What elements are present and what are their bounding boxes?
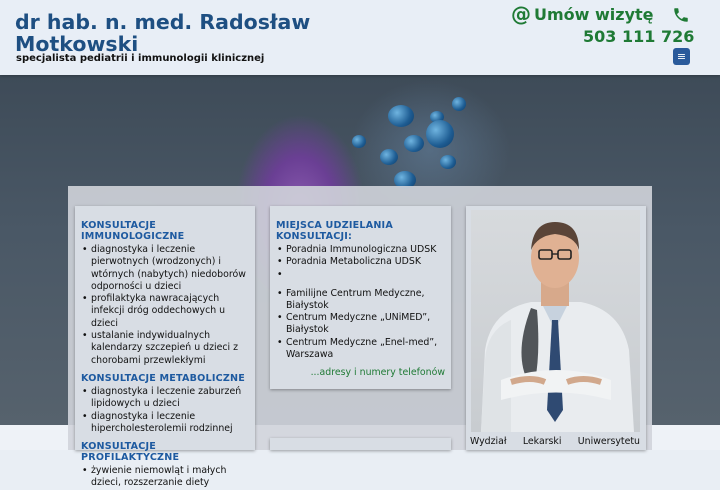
photo-caption: Wydział Lekarski Uniwersytetu [470,436,640,447]
list-item: diagnostyka i leczenie zaburzeń lipidowy… [82,386,249,411]
locations-list: Poradnia Immunologiczna UDSK Poradnia Me… [276,244,445,361]
hero-bubble [380,149,398,165]
metabolic-list: diagnostyka i leczenie zaburzeń lipidowy… [81,386,249,435]
list-item: Centrum Medyczne „UNiMED”, Białystok [277,312,445,337]
book-appointment-link[interactable]: @ Umów wizytę [511,4,654,24]
menu-button[interactable]: ≡ [673,48,690,65]
caption-word: Wydział [470,436,507,447]
hero-bubble [388,105,414,127]
section-heading-immunology: KONSULTACJE IMMUNOLOGICZNE [81,220,185,242]
immunology-list: diagnostyka i leczenie pierwotnych (wrod… [81,244,249,367]
list-item [277,269,445,288]
hero-bubble [352,135,366,148]
prophylactic-list: żywienie niemowląt i małych dzieci, rozs… [81,465,249,490]
consultations-card: KONSULTACJE IMMUNOLOGICZNE diagnostyka i… [75,206,255,488]
list-item: profilaktyka nawracających infekcji dróg… [82,293,249,330]
hero-bubble [426,120,454,148]
caption-word: Lekarski [522,436,562,447]
list-item: żywienie niemowląt i małych dzieci, rozs… [82,465,249,490]
site-header: dr hab. n. med. Radosław Motkowski specj… [0,0,720,75]
page-subtitle: specjalista pediatrii i immunologii klin… [16,53,265,64]
phone-icon[interactable] [672,6,690,24]
list-item: diagnostyka i leczenie hipercholesterole… [82,411,249,436]
doctor-photo [471,210,640,432]
section-heading-prophylactic: KONSULTACJE PROFILAKTYCZNE [81,441,180,464]
hero-bubble [404,135,424,152]
secondary-card [270,438,451,450]
list-item: diagnostyka i leczenie pierwotnych (wrod… [82,244,249,293]
locations-card: MIEJSCA UDZIELANIA KONSULTACJI: Poradnia… [270,206,451,389]
list-item: ustalanie indywidualnych kalendarzy szcz… [82,330,249,367]
at-icon: @ [511,2,531,26]
doctor-portrait-image [481,222,634,432]
section-heading-locations: MIEJSCA UDZIELANIA KONSULTACJI: [276,220,393,242]
addresses-link[interactable]: ...adresy i numery telefonów [276,367,445,378]
hero-bubble [452,97,466,111]
page-title[interactable]: dr hab. n. med. Radosław Motkowski [15,11,345,55]
caption-word: Uniwersytetu [577,436,640,447]
list-item: Familijne Centrum Medyczne, Białystok [277,288,445,313]
section-heading-metabolic: KONSULTACJE METABOLICZNE [81,372,245,384]
list-item: Poradnia Metaboliczna UDSK [277,256,445,269]
list-item: Centrum Medyczne „Enel-med”, Warszawa [277,337,445,362]
hero-bubble [440,155,456,169]
phone-number[interactable]: 503 111 726 [583,27,694,46]
book-appointment-label: Umów wizytę [534,4,654,24]
list-item: Poradnia Immunologiczna UDSK [277,244,445,257]
